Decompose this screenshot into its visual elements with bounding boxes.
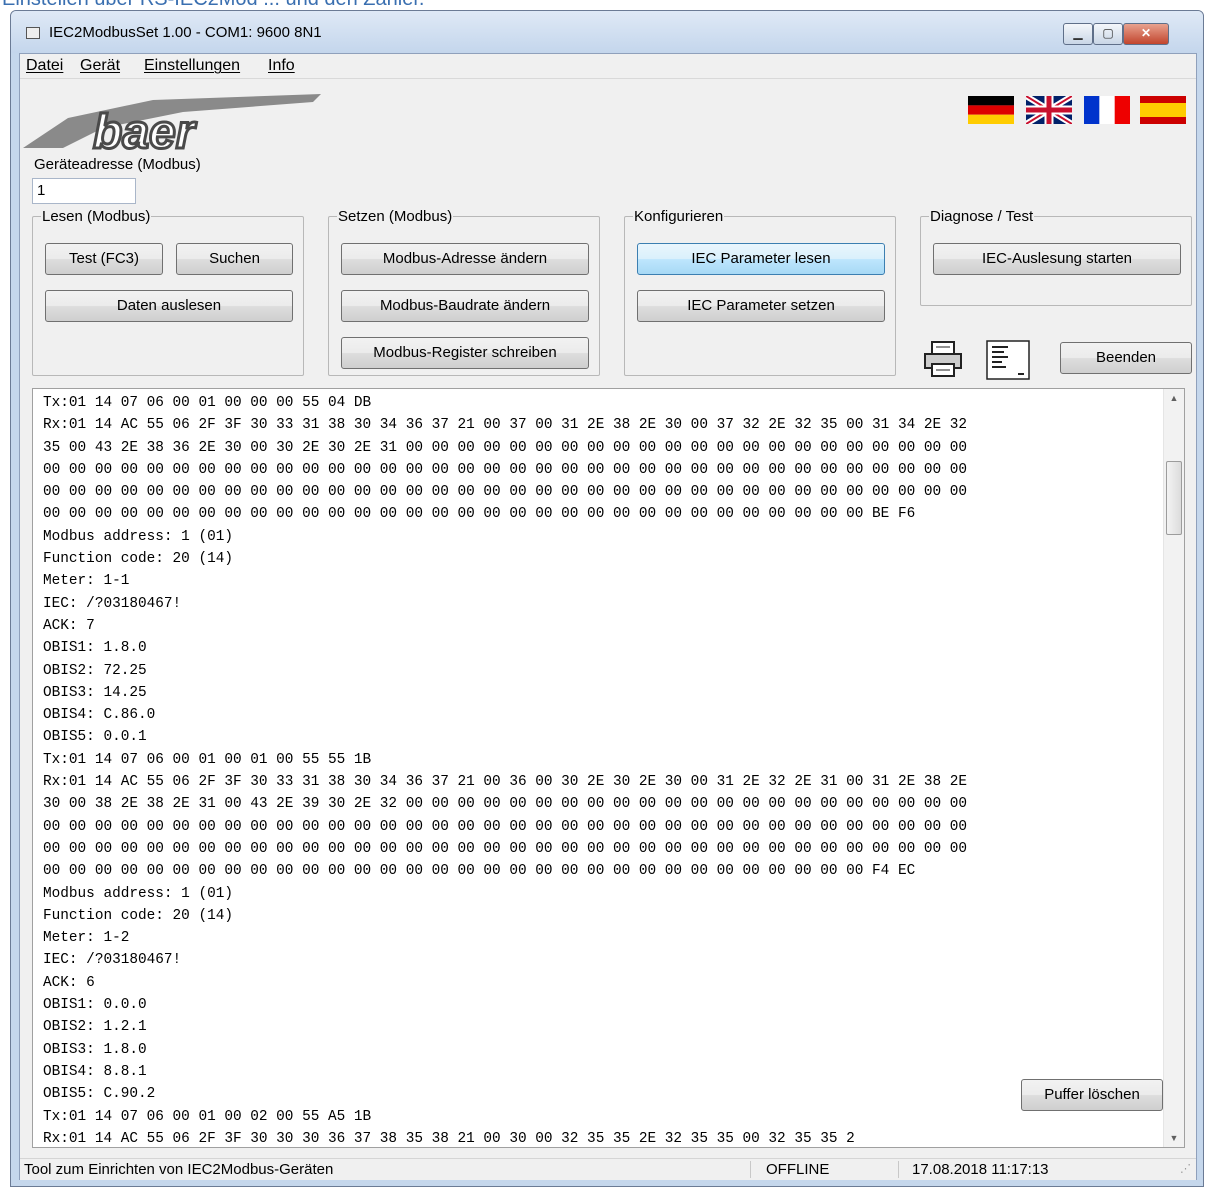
status-separator	[750, 1161, 751, 1178]
suchen-button[interactable]: Suchen	[176, 243, 293, 275]
group-diagnose: Diagnose / Test IEC-Auslesung starten	[920, 208, 1192, 306]
log-line: OBIS5: 0.0.1	[43, 729, 147, 746]
background-cut-text: Einstellen über RS-IEC2Mod ... und den Z…	[0, 0, 1210, 10]
status-datetime: 17.08.2018 11:17:13	[912, 1161, 1049, 1178]
puffer-loeschen-button[interactable]: Puffer löschen	[1021, 1079, 1163, 1111]
group-diagnose-title: Diagnose / Test	[930, 208, 1034, 225]
log-line: IEC: /?03180467!	[43, 595, 182, 612]
app-icon	[26, 27, 40, 39]
test-fc3-button[interactable]: Test (FC3)	[45, 243, 163, 275]
log-line: OBIS3: 1.8.0	[43, 1041, 147, 1058]
modbus-baudrate-aendern-button[interactable]: Modbus-Baudrate ändern	[341, 290, 589, 322]
log-line: 30 00 38 2E 38 2E 31 00 43 2E 39 30 2E 3…	[43, 796, 968, 813]
log-line: 00 00 00 00 00 00 00 00 00 00 00 00 00 0…	[43, 484, 968, 501]
log-line: OBIS3: 14.25	[43, 684, 147, 701]
french-flag-icon[interactable]	[1084, 96, 1130, 124]
log-line: 00 00 00 00 00 00 00 00 00 00 00 00 00 0…	[43, 863, 916, 880]
log-line: 35 00 43 2E 38 36 2E 30 00 30 2E 30 2E 3…	[43, 439, 968, 456]
group-setzen: Setzen (Modbus) Modbus-Adresse ändern Mo…	[328, 208, 600, 376]
menu-einstellungen[interactable]: Einstellungen	[144, 57, 240, 75]
group-konfigurieren: Konfigurieren IEC Parameter lesen IEC Pa…	[624, 208, 896, 376]
minimize-button[interactable]: ▁	[1063, 23, 1093, 45]
log-line: Tx:01 14 07 06 00 01 00 02 00 55 A5 1B	[43, 1108, 372, 1125]
client-area: Datei Gerät Einstellungen Info baer Gerä…	[19, 53, 1197, 1180]
group-konfigurieren-title: Konfigurieren	[634, 208, 724, 225]
scroll-down-arrow-icon[interactable]: ▼	[1164, 1129, 1184, 1147]
resize-grip-icon[interactable]: ⋰	[1180, 1162, 1191, 1175]
group-lesen: Lesen (Modbus) Test (FC3) Suchen Daten a…	[32, 208, 304, 376]
iec-parameter-setzen-button[interactable]: IEC Parameter setzen	[637, 290, 885, 322]
modbus-register-schreiben-button[interactable]: Modbus-Register schreiben	[341, 337, 589, 369]
close-button[interactable]: ✕	[1123, 23, 1169, 45]
log-line: 00 00 00 00 00 00 00 00 00 00 00 00 00 0…	[43, 818, 968, 835]
spanish-flag-icon[interactable]	[1140, 96, 1186, 124]
status-separator	[898, 1161, 899, 1178]
device-address-label: Geräteadresse (Modbus)	[34, 156, 201, 173]
log-line: Rx:01 14 AC 55 06 2F 3F 30 30 30 36 37 3…	[43, 1130, 855, 1147]
log-line: 00 00 00 00 00 00 00 00 00 00 00 00 00 0…	[43, 506, 916, 523]
log-line: Tx:01 14 07 06 00 01 00 00 00 55 04 DB	[43, 395, 372, 411]
vertical-scrollbar[interactable]: ▲ ▼	[1163, 389, 1184, 1147]
menu-datei[interactable]: Datei	[26, 57, 63, 75]
iec-parameter-lesen-button[interactable]: IEC Parameter lesen	[637, 243, 885, 275]
log-line: OBIS4: C.86.0	[43, 707, 156, 724]
logo-text: baer	[93, 106, 197, 154]
group-lesen-title: Lesen (Modbus)	[42, 208, 151, 225]
log-line: ACK: 6	[43, 974, 95, 991]
log-line: OBIS1: 0.0.0	[43, 997, 147, 1014]
log-line: OBIS2: 1.2.1	[43, 1019, 147, 1036]
log-line: Tx:01 14 07 06 00 01 00 01 00 55 55 1B	[43, 751, 372, 768]
group-setzen-title: Setzen (Modbus)	[338, 208, 453, 225]
log-line: 00 00 00 00 00 00 00 00 00 00 00 00 00 0…	[43, 461, 968, 478]
log-lines: Tx:01 14 07 06 00 01 00 00 00 55 04 DB Rx…	[43, 392, 968, 1147]
printer-icon[interactable]	[922, 340, 964, 378]
log-line: OBIS4: 8.8.1	[43, 1063, 147, 1080]
log-line: ACK: 7	[43, 617, 95, 634]
menu-info[interactable]: Info	[268, 57, 295, 75]
app-window: IEC2ModbusSet 1.00 - COM1: 9600 8N1 ▁ ▢ …	[10, 10, 1204, 1187]
title-bar: IEC2ModbusSet 1.00 - COM1: 9600 8N1 ▁ ▢ …	[11, 11, 1203, 53]
beenden-button[interactable]: Beenden	[1060, 342, 1192, 374]
log-line: Meter: 1-1	[43, 573, 130, 590]
maximize-button[interactable]: ▢	[1093, 23, 1123, 45]
connection-status: OFFLINE	[766, 1161, 830, 1178]
german-flag-icon[interactable]	[968, 96, 1014, 124]
uk-flag-icon[interactable]	[1026, 96, 1072, 124]
iec-auslesung-starten-button[interactable]: IEC-Auslesung starten	[933, 243, 1181, 275]
scroll-up-arrow-icon[interactable]: ▲	[1164, 389, 1184, 407]
status-bar: Tool zum Einrichten von IEC2Modbus-Gerät…	[20, 1158, 1196, 1180]
log-line: Function code: 20 (14)	[43, 551, 233, 568]
window-title: IEC2ModbusSet 1.00 - COM1: 9600 8N1	[49, 24, 322, 41]
log-line: 00 00 00 00 00 00 00 00 00 00 00 00 00 0…	[43, 840, 968, 857]
device-address-input[interactable]: 1	[32, 178, 136, 204]
menu-geraet[interactable]: Gerät	[80, 57, 120, 75]
daten-auslesen-button[interactable]: Daten auslesen	[45, 290, 293, 322]
menu-bar: Datei Gerät Einstellungen Info	[20, 54, 1196, 79]
log-line: Rx:01 14 AC 55 06 2F 3F 30 33 31 38 30 3…	[43, 774, 968, 791]
log-line: OBIS2: 72.25	[43, 662, 147, 679]
log-line: IEC: /?03180467!	[43, 952, 182, 969]
log-line: OBIS1: 1.8.0	[43, 640, 147, 657]
baer-logo: baer	[23, 94, 321, 154]
log-line: Meter: 1-2	[43, 930, 130, 947]
log-line: Function code: 20 (14)	[43, 907, 233, 924]
log-line: Modbus address: 1 (01)	[43, 885, 233, 902]
document-icon[interactable]	[986, 340, 1030, 380]
modbus-adresse-aendern-button[interactable]: Modbus-Adresse ändern	[341, 243, 589, 275]
log-line: Rx:01 14 AC 55 06 2F 3F 30 33 31 38 30 3…	[43, 417, 968, 434]
log-output[interactable]: Tx:01 14 07 06 00 01 00 00 00 55 04 DB Rx…	[32, 388, 1185, 1148]
scroll-thumb[interactable]	[1166, 461, 1182, 535]
log-line: OBIS5: C.90.2	[43, 1086, 156, 1103]
log-line: Modbus address: 1 (01)	[43, 528, 233, 545]
status-message: Tool zum Einrichten von IEC2Modbus-Gerät…	[24, 1161, 334, 1178]
